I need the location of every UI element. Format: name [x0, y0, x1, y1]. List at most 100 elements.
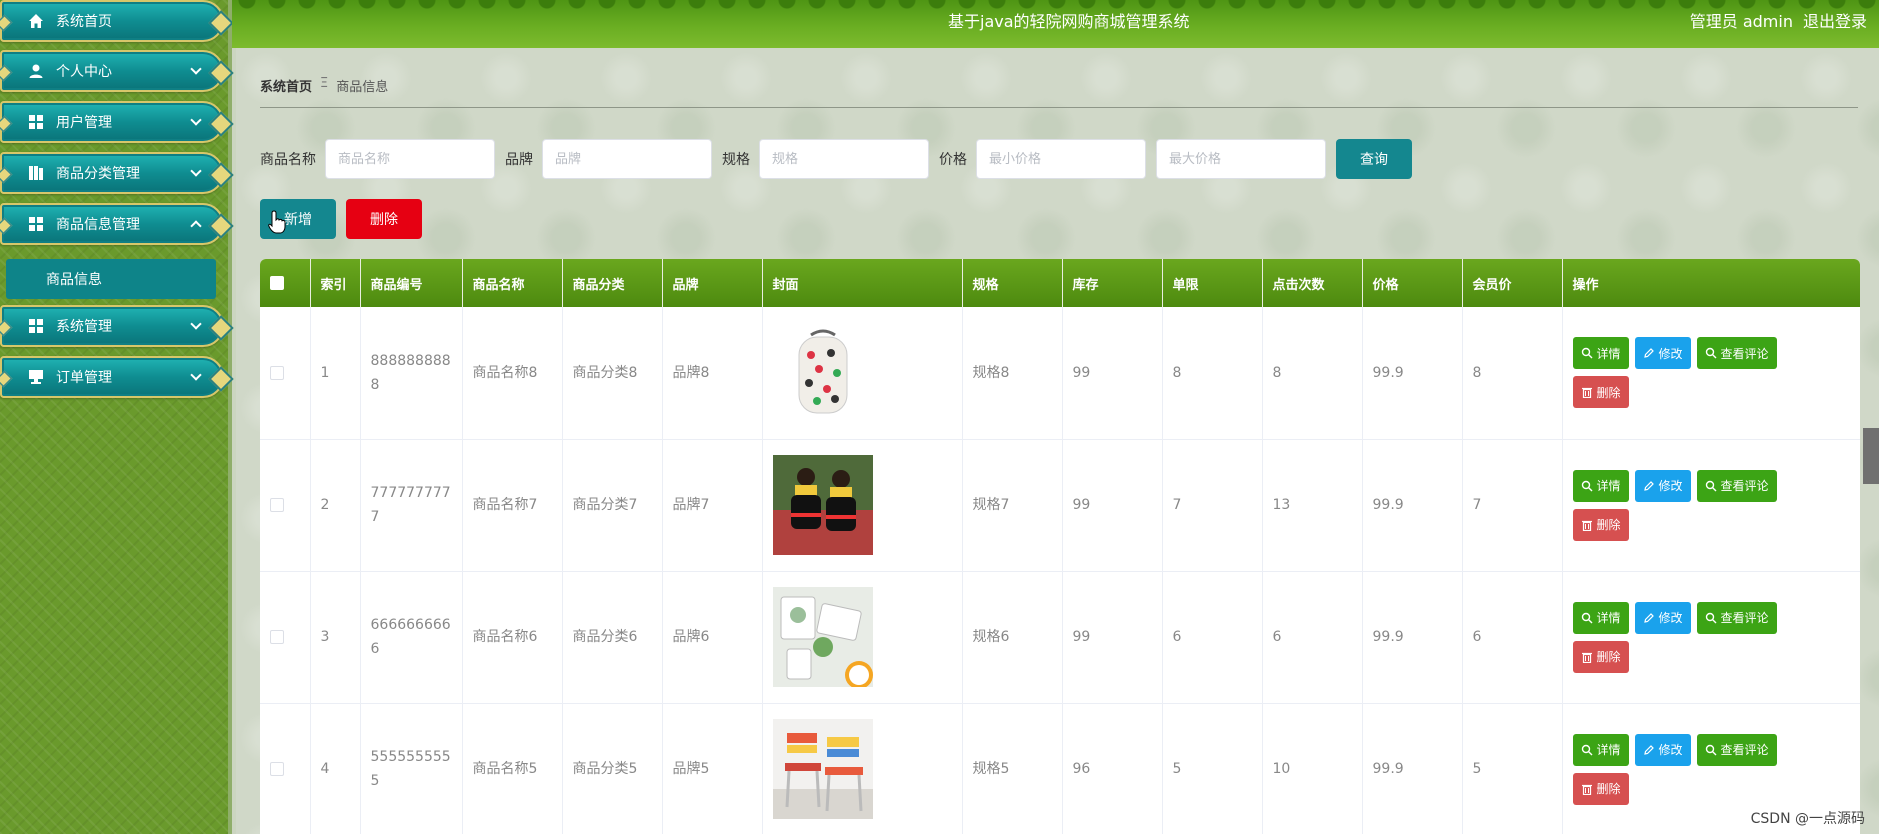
- batch-delete-button[interactable]: 删除: [346, 199, 422, 239]
- sidebar: 系统首页 个人中心 用户管理 商品分类管理 商品信息管理 商品信息 系统管理 订…: [0, 0, 232, 834]
- delete-label: 删除: [1596, 782, 1621, 796]
- delete-button[interactable]: 删除: [1572, 508, 1629, 541]
- price-label: 价格: [939, 152, 967, 168]
- brand-cell: 品牌7: [662, 439, 763, 571]
- select-all-checkbox[interactable]: [270, 276, 284, 290]
- detail-button[interactable]: 详情: [1572, 733, 1629, 766]
- sidebar-item-label: 系统管理: [56, 319, 112, 335]
- detail-button[interactable]: 详情: [1572, 601, 1629, 634]
- cover-image-chairs: [772, 719, 873, 819]
- user-icon: [29, 64, 43, 78]
- page-scrollbar[interactable]: [1863, 428, 1879, 484]
- cover-image-backpack: [772, 322, 873, 423]
- grid-icon: [29, 115, 43, 129]
- grid-icon: [29, 319, 43, 333]
- detail-label: 详情: [1596, 611, 1621, 625]
- edit-button[interactable]: 修改: [1634, 337, 1691, 370]
- spec-input[interactable]: [759, 139, 929, 179]
- edit-label: 修改: [1658, 346, 1683, 361]
- view-reviews-label: 查看评论: [1720, 611, 1769, 625]
- detail-button[interactable]: 详情: [1572, 337, 1629, 370]
- name-cell: 商品名称5: [462, 703, 563, 834]
- sidebar-item-order-management[interactable]: 订单管理: [0, 356, 224, 398]
- sidebar-item-label: 商品分类管理: [56, 166, 140, 182]
- category-cell: 商品分类7: [562, 439, 663, 571]
- sidebar-item-personal-center[interactable]: 个人中心: [0, 50, 224, 92]
- trash-icon: [1581, 652, 1592, 663]
- detail-button[interactable]: 详情: [1572, 469, 1629, 502]
- search-icon: [1581, 744, 1592, 755]
- book-icon: [29, 166, 43, 180]
- product-name-input[interactable]: [325, 139, 495, 179]
- edit-icon: [1643, 480, 1654, 491]
- column-header: 会员价: [1462, 259, 1563, 307]
- view-reviews-button[interactable]: 查看评论: [1696, 733, 1777, 766]
- limit-cell: 7: [1162, 439, 1263, 571]
- edit-label: 修改: [1658, 743, 1683, 757]
- edit-button[interactable]: 修改: [1634, 733, 1691, 766]
- column-header: 品牌: [662, 259, 763, 307]
- max-price-input[interactable]: [1156, 139, 1326, 179]
- edit-label: 修改: [1658, 479, 1683, 493]
- category-cell: 商品分类6: [562, 571, 663, 703]
- edit-label: 修改: [1658, 611, 1683, 625]
- spec-cell: 规格7: [962, 439, 1063, 571]
- user-area: 管理员 admin 退出登录: [1690, 8, 1867, 32]
- operations-cell: 详情 修改 查看评论 删除: [1562, 571, 1860, 703]
- clicks-cell: 10: [1262, 703, 1363, 834]
- app-title: 基于java的轻院网购商城管理系统: [948, 12, 1190, 31]
- row-checkbox[interactable]: [270, 762, 284, 776]
- view-reviews-button[interactable]: 查看评论: [1696, 469, 1777, 502]
- breadcrumb-home[interactable]: 系统首页: [260, 76, 312, 95]
- logout-link[interactable]: 退出登录: [1803, 8, 1867, 32]
- top-bar: 基于java的轻院网购商城管理系统 管理员 admin 退出登录: [232, 0, 1879, 48]
- view-reviews-button[interactable]: 查看评论: [1696, 337, 1777, 370]
- chevron-down-icon: [190, 63, 202, 75]
- code-cell: 8888888888: [360, 307, 463, 439]
- row-select-cell: [260, 307, 311, 439]
- price-cell: 99.9: [1362, 571, 1463, 703]
- sidebar-subitem-product-info[interactable]: 商品信息: [6, 259, 216, 299]
- row-checkbox[interactable]: [270, 498, 284, 512]
- name-cell: 商品名称8: [462, 307, 563, 439]
- brand-input[interactable]: [542, 139, 712, 179]
- edit-button[interactable]: 修改: [1634, 469, 1691, 502]
- search-form: 商品名称 品牌 规格 价格 查询: [260, 139, 1412, 179]
- edit-button[interactable]: 修改: [1634, 601, 1691, 634]
- view-reviews-label: 查看评论: [1720, 479, 1769, 493]
- delete-button[interactable]: 删除: [1572, 772, 1629, 805]
- sidebar-item-category-management[interactable]: 商品分类管理: [0, 152, 224, 194]
- brand-cell: 品牌6: [662, 571, 763, 703]
- search-icon: [1705, 612, 1717, 623]
- delete-button[interactable]: 删除: [1572, 376, 1629, 409]
- min-price-input[interactable]: [976, 139, 1146, 179]
- column-header: 库存: [1062, 259, 1163, 307]
- query-button[interactable]: 查询: [1336, 139, 1412, 179]
- delete-label: 删除: [1596, 650, 1621, 664]
- index-cell: 2: [310, 439, 361, 571]
- search-icon: [1705, 480, 1717, 491]
- row-checkbox[interactable]: [270, 365, 284, 380]
- index-cell: 3: [310, 571, 361, 703]
- view-reviews-label: 查看评论: [1720, 743, 1769, 757]
- cover-image-students: [772, 455, 873, 555]
- row-checkbox[interactable]: [270, 630, 284, 644]
- sidebar-item-system-management[interactable]: 系统管理: [0, 305, 224, 347]
- monitor-icon: [29, 370, 43, 384]
- view-reviews-button[interactable]: 查看评论: [1696, 601, 1777, 634]
- column-header: 商品名称: [462, 259, 563, 307]
- sidebar-item-user-management[interactable]: 用户管理: [0, 101, 224, 143]
- clicks-cell: 6: [1262, 571, 1363, 703]
- sidebar-item-label: 商品信息管理: [56, 217, 140, 233]
- detail-label: 详情: [1596, 479, 1621, 493]
- brand-cell: 品牌8: [662, 307, 763, 439]
- watermark: CSDN @一点源码: [1750, 811, 1865, 827]
- sidebar-item-home[interactable]: 系统首页: [0, 0, 224, 42]
- stock-cell: 96: [1062, 703, 1163, 834]
- delete-button[interactable]: 删除: [1572, 640, 1629, 673]
- sidebar-subitem-label: 商品信息: [46, 272, 102, 288]
- sidebar-item-product-management[interactable]: 商品信息管理: [0, 203, 224, 245]
- column-header: 商品分类: [562, 259, 663, 307]
- price-cell: 99.9: [1362, 703, 1463, 834]
- cover-image-stationery: [772, 587, 873, 687]
